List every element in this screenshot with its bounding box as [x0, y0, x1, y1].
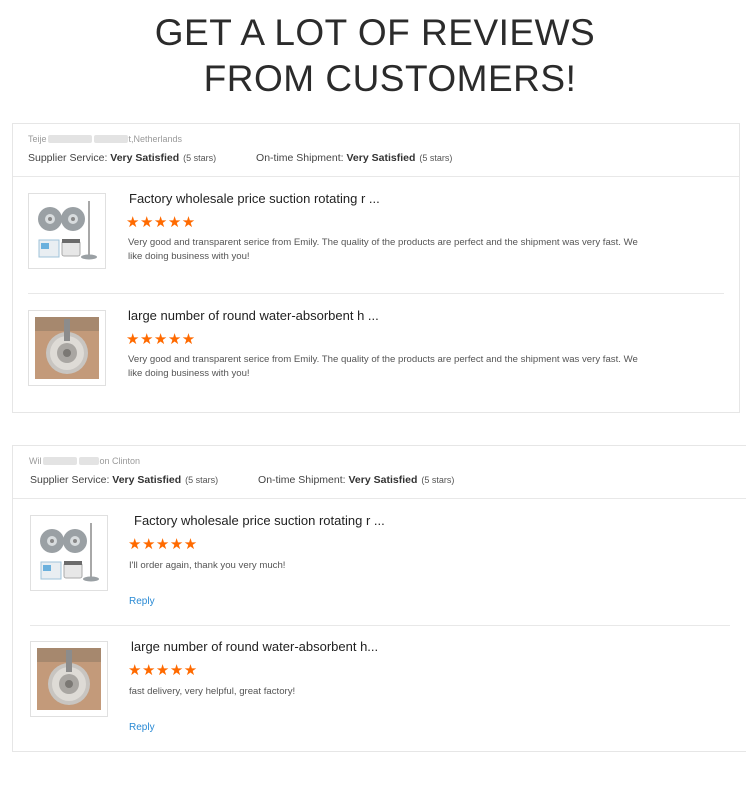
product-thumbnail[interactable]: [28, 310, 106, 386]
item-divider: [28, 293, 724, 294]
supplier-service-value: Very Satisfied: [112, 474, 182, 486]
review-comment: I'll order again, thank you very much!: [129, 560, 286, 571]
product-thumbnail[interactable]: [30, 515, 108, 591]
product-title-link[interactable]: large number of round water-absorbent h …: [128, 308, 379, 323]
reviewer-name: Wil on Clinton: [29, 456, 140, 466]
shipment-stars: (5 stars): [421, 475, 455, 485]
promo-headline: GET A LOT OF REVIEWS FROM CUSTOMERS!: [0, 10, 750, 102]
product-title-link[interactable]: Factory wholesale price suction rotating…: [129, 191, 380, 206]
shipment-stars: (5 stars): [419, 153, 453, 163]
review-card: Teije t,Netherlands Supplier Service: Ver…: [12, 123, 740, 413]
redacted-name: [93, 135, 128, 143]
header-divider: [13, 498, 746, 499]
product-thumbnail[interactable]: [30, 641, 108, 717]
product-title-link[interactable]: Factory wholesale price suction rotating…: [134, 513, 385, 528]
supplier-service-stars: (5 stars): [183, 153, 217, 163]
redacted-name: [42, 457, 77, 465]
shipment-label: On-time Shipment:: [256, 152, 344, 164]
shipment-value: Very Satisfied: [346, 152, 416, 164]
header-divider: [13, 176, 739, 177]
reviewer-name-start: Teije: [28, 134, 47, 144]
review-comment: fast delivery, very helpful, great facto…: [129, 686, 296, 697]
mop-set-image: [29, 194, 105, 268]
star-rating: ★★★★★: [128, 536, 198, 553]
review-card: Wil on Clinton Supplier Service: Very Sat…: [12, 445, 746, 752]
ratings-summary: Supplier Service: Very Satisfied (5 stars…: [30, 474, 454, 486]
reviewer-name-start: Wil: [29, 456, 42, 466]
headline-line-1: GET A LOT OF REVIEWS: [154, 12, 596, 53]
mop-pad-image: [31, 642, 107, 716]
reviewer-name-end: on Clinton: [99, 456, 141, 466]
item-divider: [30, 625, 730, 626]
reply-link[interactable]: Reply: [129, 722, 155, 733]
supplier-service-stars: (5 stars): [185, 475, 219, 485]
star-rating: ★★★★★: [128, 662, 198, 679]
reviewer-name: Teije t,Netherlands: [28, 134, 182, 144]
ratings-summary: Supplier Service: Very Satisfied (5 stars…: [28, 152, 452, 164]
redacted-name: [78, 457, 99, 465]
review-comment: Very good and transparent serice from Em…: [128, 237, 638, 262]
shipment-value: Very Satisfied: [348, 474, 418, 486]
review-comment: Very good and transparent serice from Em…: [128, 354, 638, 379]
product-thumbnail[interactable]: [28, 193, 106, 269]
mop-pad-image: [29, 311, 105, 385]
redacted-name: [47, 135, 92, 143]
supplier-service-label: Supplier Service:: [28, 152, 108, 164]
star-rating: ★★★★★: [126, 331, 196, 348]
reviewer-name-end: t,Netherlands: [128, 134, 183, 144]
reply-link[interactable]: Reply: [129, 596, 155, 607]
product-title-link[interactable]: large number of round water-absorbent h.…: [131, 639, 378, 654]
mop-set-image: [31, 516, 107, 590]
supplier-service-value: Very Satisfied: [110, 152, 180, 164]
shipment-label: On-time Shipment:: [258, 474, 346, 486]
star-rating: ★★★★★: [126, 214, 196, 231]
supplier-service-label: Supplier Service:: [30, 474, 110, 486]
headline-line-2: FROM CUSTOMERS!: [203, 58, 577, 99]
